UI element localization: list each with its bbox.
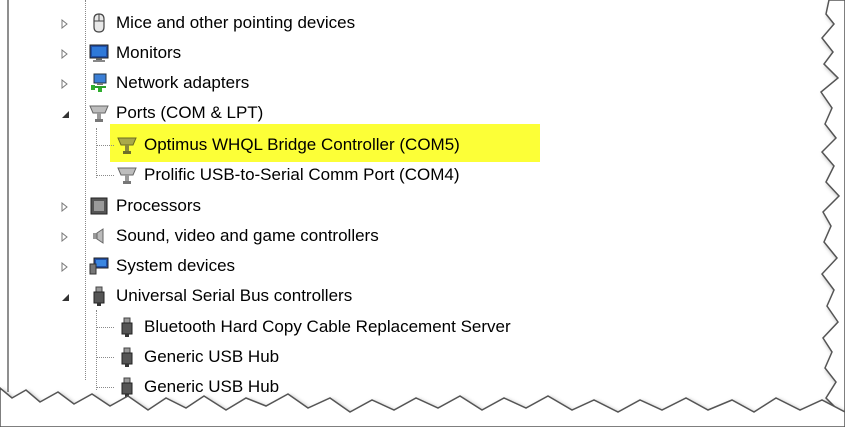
torn-edge-overlay [0, 0, 845, 427]
device-manager-tree-view: Mice and other pointing devices Monitors… [0, 0, 845, 427]
